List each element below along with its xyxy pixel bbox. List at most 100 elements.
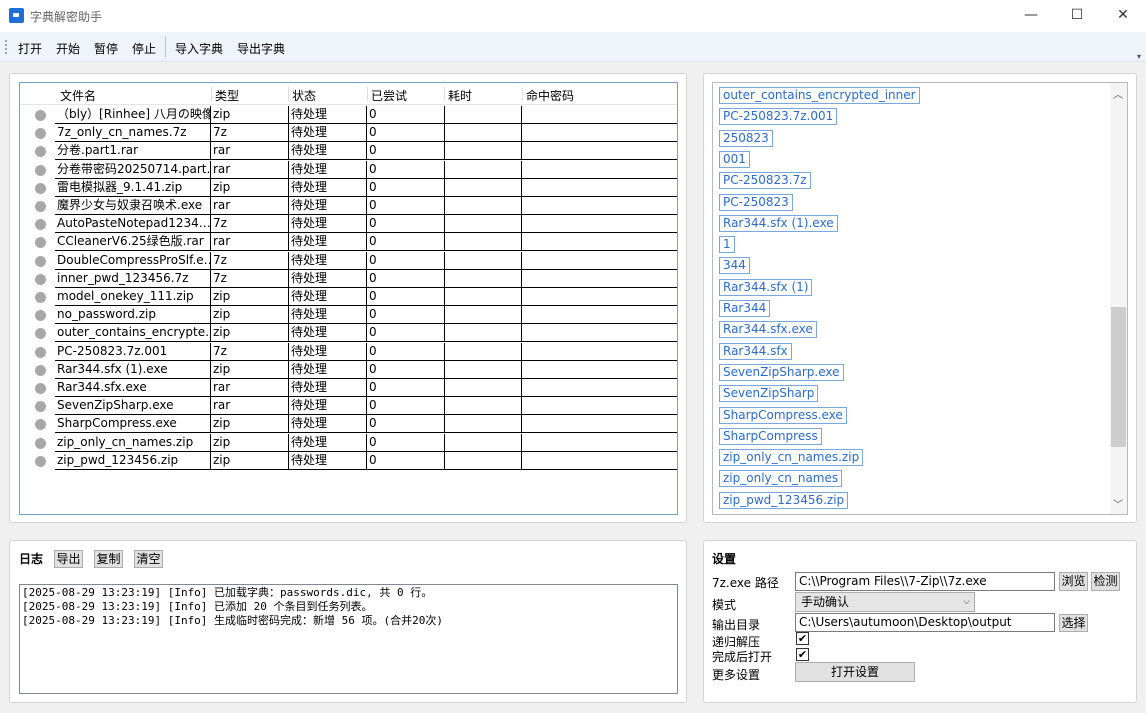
table-row[interactable]: 7z_only_cn_names.7z 7z 待处理 0 (25, 124, 677, 143)
table-row[interactable]: 雷电模拟器_9.1.41.zip zip 待处理 0 (25, 178, 677, 197)
detect-button[interactable]: 检测 (1091, 572, 1120, 591)
table-row[interactable]: 分卷带密码20250714.part… rar 待处理 0 (25, 160, 677, 179)
table-row[interactable]: AutoPasteNotepad1234… 7z 待处理 0 (25, 215, 677, 234)
open-after-checkbox[interactable]: ✔ (796, 648, 809, 661)
table-row[interactable]: 魔界少女与奴隶召唤术.exe rar 待处理 0 (25, 197, 677, 215)
dictionary-item[interactable]: zip_only_cn_names (719, 470, 843, 488)
header-tried[interactable]: 已尝试 (371, 87, 407, 104)
dictionary-item[interactable]: 344 (719, 257, 750, 275)
dictionary-item[interactable]: zip_only_cn_names.zip (719, 449, 864, 467)
minimize-button[interactable]: — (1008, 0, 1054, 32)
open-button[interactable]: 打开 (18, 40, 42, 57)
table-row[interactable]: DoubleCompressProSlf.e… 7z 待处理 0 (25, 251, 677, 270)
cell-tried: 0 (367, 160, 445, 179)
toolbar-separator (165, 37, 166, 57)
dictionary-item[interactable]: Rar344.sfx.exe (719, 321, 817, 339)
header-type[interactable]: 类型 (215, 87, 239, 104)
status-dot-icon (35, 201, 46, 212)
dictionary-item[interactable]: PC-250823 (719, 193, 793, 211)
dictionary-item[interactable]: SevenZipSharp.exe (719, 363, 844, 381)
header-hit-password[interactable]: 命中密码 (526, 87, 574, 104)
mode-select[interactable]: 手动确认 ⌵ (795, 592, 975, 612)
maximize-button[interactable]: ☐ (1054, 0, 1100, 32)
header-separator (522, 87, 523, 101)
output-dir-input[interactable]: C:\Users\autumoon\Desktop\output (795, 613, 1055, 632)
dictionary-item[interactable]: 001 (719, 150, 750, 168)
toolbar-overflow-icon[interactable]: ▾ (1137, 52, 1141, 61)
header-status[interactable]: 状态 (292, 87, 316, 104)
chevron-down-icon: ⌵ (963, 597, 970, 607)
log-clear-button[interactable]: 清空 (134, 550, 163, 568)
dictionary-item[interactable]: PC-250823.7z.001 (719, 108, 838, 126)
log-copy-button[interactable]: 复制 (94, 550, 123, 568)
dictionary-item[interactable]: outer_contains_encrypted_inner (719, 87, 920, 104)
dictionary-item[interactable]: 250823 (719, 129, 773, 147)
close-button[interactable]: ✕ (1100, 0, 1146, 32)
start-button[interactable]: 开始 (56, 40, 80, 57)
table-row[interactable]: CCleanerV6.25绿色版.rar rar 待处理 0 (25, 233, 677, 252)
cell-status: 待处理 (289, 142, 367, 161)
table-row[interactable]: SevenZipSharp.exe rar 待处理 0 (25, 397, 677, 416)
dictionary-scrollbar[interactable]: ︿ ﹀ (1110, 83, 1127, 514)
table-row[interactable]: SharpCompress.exe zip 待处理 0 (25, 415, 677, 434)
table-row[interactable]: zip_only_cn_names.zip zip 待处理 0 (25, 433, 677, 452)
cell-hit-password (522, 379, 677, 397)
log-export-button[interactable]: 导出 (54, 550, 83, 568)
cell-hit-password (522, 161, 677, 179)
dictionary-item[interactable]: Rar344.sfx (719, 342, 792, 360)
scroll-up-icon[interactable]: ︿ (1113, 86, 1123, 101)
status-dot-icon (35, 364, 46, 376)
file-table[interactable]: 文件名 类型 状态 已尝试 耗时 命中密码 （bly）[Rinhee] 八月の映… (19, 82, 678, 515)
cell-type: zip (211, 415, 289, 434)
dictionary-item[interactable]: zip_pwd_123456.zip (719, 491, 849, 509)
dictionary-item[interactable]: SharpCompress.exe (719, 406, 847, 424)
table-row[interactable]: outer_contains_encrypte… zip 待处理 0 (25, 324, 677, 343)
cell-filename: 分卷带密码20250714.part… (55, 160, 211, 179)
toolbar-grip-icon[interactable] (5, 40, 7, 54)
header-time[interactable]: 耗时 (448, 87, 472, 104)
app-icon (9, 8, 24, 23)
scroll-down-icon[interactable]: ﹀ (1113, 496, 1123, 511)
toolbar: 打开 开始 暂停 停止 导入字典 导出字典 ▾ (0, 32, 1146, 62)
cell-filename: zip_pwd_123456.zip (55, 451, 211, 470)
sevenzip-path-input[interactable]: C:\\Program Files\\7-Zip\\7z.exe (795, 572, 1055, 591)
import-dict-button[interactable]: 导入字典 (175, 40, 223, 57)
dictionary-item[interactable]: PC-250823.7z (719, 172, 811, 190)
table-row[interactable]: inner_pwd_123456.7z 7z 待处理 0 (25, 269, 677, 288)
cell-type: zip (211, 288, 289, 306)
recursive-checkbox[interactable]: ✔ (796, 632, 809, 645)
open-settings-button[interactable]: 打开设置 (795, 662, 915, 682)
dictionary-item[interactable]: Rar344.sfx (1) (719, 278, 813, 296)
browse-button[interactable]: 浏览 (1059, 572, 1088, 591)
select-output-button[interactable]: 选择 (1059, 614, 1088, 632)
dictionary-item[interactable]: SharpCompress (719, 427, 822, 445)
table-row[interactable]: Rar344.sfx (1).exe zip 待处理 0 (25, 360, 677, 379)
cell-filename: SevenZipSharp.exe (55, 397, 211, 416)
table-row[interactable]: zip_pwd_123456.zip zip 待处理 0 (25, 451, 677, 470)
header-filename[interactable]: 文件名 (60, 87, 96, 104)
table-row[interactable]: model_onekey_111.zip zip 待处理 0 (25, 288, 677, 306)
stop-button[interactable]: 停止 (132, 40, 156, 57)
cell-type: zip (211, 106, 289, 124)
table-row[interactable]: no_password.zip zip 待处理 0 (25, 306, 677, 325)
cell-type: 7z (211, 251, 289, 270)
cell-status: 待处理 (289, 288, 367, 306)
table-row[interactable]: PC-250823.7z.001 7z 待处理 0 (25, 342, 677, 361)
cell-hit-password (522, 288, 677, 306)
dictionary-item[interactable]: Rar344.sfx (1).exe (719, 214, 838, 232)
status-dot-icon (35, 164, 46, 176)
cell-filename: no_password.zip (55, 306, 211, 325)
export-dict-button[interactable]: 导出字典 (237, 40, 285, 57)
dictionary-item[interactable]: 1 (719, 236, 735, 254)
dictionary-item[interactable]: Rar344 (719, 300, 771, 317)
dictionary-list[interactable]: outer_contains_encrypted_inner PC-250823.… (712, 82, 1128, 515)
scrollbar-thumb[interactable] (1111, 306, 1126, 447)
table-row[interactable]: 分卷.part1.rar rar 待处理 0 (25, 142, 677, 161)
log-textbox[interactable]: [2025-08-29 13:23:19] [Info] 已加载字典：passw… (19, 584, 678, 694)
table-row[interactable]: （bly）[Rinhee] 八月の映像 zip 待处理 0 (25, 106, 677, 124)
pause-button[interactable]: 暂停 (94, 40, 118, 57)
dictionary-item[interactable]: SevenZipSharp (719, 385, 819, 403)
status-dot-icon (35, 310, 46, 322)
table-row[interactable]: Rar344.sfx.exe rar 待处理 0 (25, 379, 677, 397)
cell-time (445, 269, 522, 288)
